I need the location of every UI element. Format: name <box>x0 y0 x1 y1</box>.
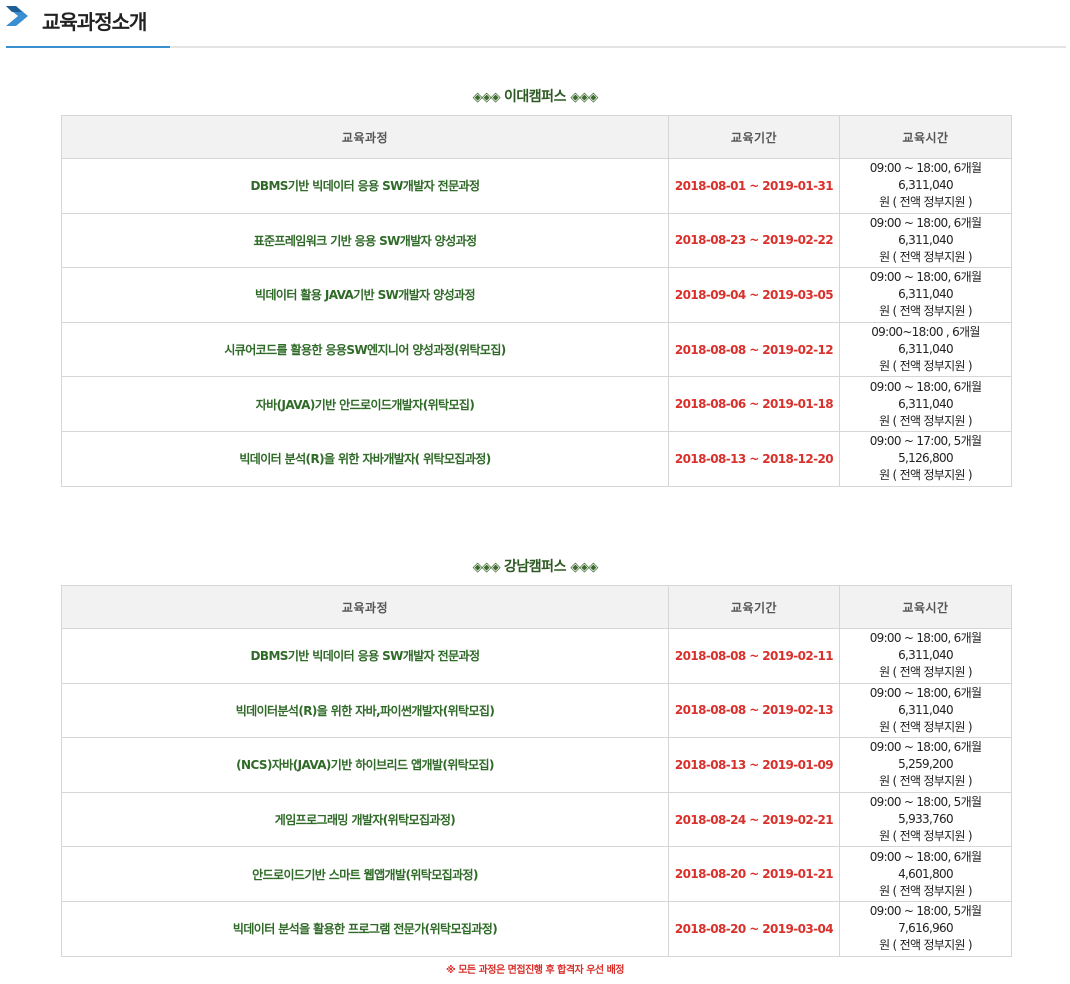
course-name: (NCS)자바(JAVA)기반 하이브리드 앱개발(위탁모집) <box>61 737 669 793</box>
table-row: DBMS기반 빅데이터 응용 SW개발자 전문과정 2018-08-01 ~ 2… <box>61 158 1012 214</box>
course-name: 빅데이터 활용 JAVA기반 SW개발자 양성과정 <box>61 267 669 323</box>
table-row: 빅데이터 분석(R)을 위한 자바개발자( 위탁모집과정) 2018-08-13… <box>61 430 1012 487</box>
course-time: 09:00 ~ 17:00, 5개월 5,126,800 원 ( 전액 정부지원 … <box>839 430 1012 487</box>
course-name: 자바(JAVA)기반 안드로이드개발자(위탁모집) <box>61 376 669 432</box>
course-time: 09:00 ~ 18:00, 6개월 6,311,040 원 ( 전액 정부지원 … <box>839 267 1012 323</box>
course-name: 빅데이터 분석(R)을 위한 자바개발자( 위탁모집과정) <box>61 430 669 487</box>
course-period: 2018-08-20 ~ 2019-03-04 <box>668 900 840 957</box>
course-period: 2018-08-23 ~ 2019-02-22 <box>668 212 840 269</box>
course-time: 09:00 ~ 18:00, 6개월 6,311,040 원 ( 전액 정부지원 … <box>839 212 1012 269</box>
course-period: 2018-08-08 ~ 2019-02-13 <box>668 682 840 739</box>
table-row: 자바(JAVA)기반 안드로이드개발자(위탁모집) 2018-08-06 ~ 2… <box>61 376 1012 432</box>
section-title-ewha-campus: ◈◈◈ 이대캠퍼스 ◈◈◈ <box>0 86 1070 106</box>
footnote-notice: ※ 모든 과정은 면접진행 후 합격자 우선 배정 <box>446 965 625 976</box>
table-row: 빅데이터 분석을 활용한 프로그램 전문가(위탁모집과정) 2018-08-20… <box>61 900 1012 957</box>
course-time: 09:00 ~ 18:00, 6개월 5,259,200 원 ( 전액 정부지원 … <box>839 737 1012 793</box>
course-period: 2018-08-20 ~ 2019-01-21 <box>668 846 840 902</box>
course-period: 2018-08-08 ~ 2019-02-12 <box>668 321 840 378</box>
column-header-time: 교육시간 <box>839 115 1012 159</box>
diamond-decor-icon: ◈◈◈ <box>570 560 598 575</box>
column-header-course: 교육과정 <box>61 115 669 159</box>
course-table-gangnam: 교육과정 교육기간 교육시간 DBMS기반 빅데이터 응용 SW개발자 전문과정… <box>61 585 1012 957</box>
chevron-right-icon <box>6 6 28 26</box>
course-time: 09:00 ~ 18:00, 6개월 6,311,040 원 ( 전액 정부지원 … <box>839 376 1012 432</box>
table-row: 빅데이터 활용 JAVA기반 SW개발자 양성과정 2018-09-04 ~ 2… <box>61 267 1012 323</box>
course-name: 빅데이터 분석을 활용한 프로그램 전문가(위탁모집과정) <box>61 900 669 957</box>
section-title-gangnam-campus: ◈◈◈ 강남캠퍼스 ◈◈◈ <box>0 556 1070 576</box>
table-row: DBMS기반 빅데이터 응용 SW개발자 전문과정 2018-08-08 ~ 2… <box>61 628 1012 684</box>
header-accent-bar <box>6 46 170 48</box>
diamond-decor-icon: ◈◈◈ <box>472 560 501 575</box>
course-name: DBMS기반 빅데이터 응용 SW개발자 전문과정 <box>61 158 669 214</box>
page-title: 교육과정소개 <box>42 10 147 34</box>
campus-name: 이대캠퍼스 <box>504 89 566 105</box>
diamond-decor-icon: ◈◈◈ <box>570 90 598 105</box>
table-row: 빅데이터분석(R)을 위한 자바,파이썬개발자(위탁모집) 2018-08-08… <box>61 682 1012 739</box>
table-row: 표준프레임워크 기반 응용 SW개발자 양성과정 2018-08-23 ~ 20… <box>61 212 1012 269</box>
course-name: 안드로이드기반 스마트 웹앱개발(위탁모집과정) <box>61 846 669 902</box>
column-header-period: 교육기간 <box>668 585 840 629</box>
course-time: 09:00 ~ 18:00, 6개월 4,601,800 원 ( 전액 정부지원 … <box>839 846 1012 902</box>
column-header-course: 교육과정 <box>61 585 669 629</box>
course-period: 2018-08-24 ~ 2019-02-21 <box>668 791 840 848</box>
course-period: 2018-08-01 ~ 2019-01-31 <box>668 158 840 214</box>
course-table-ewha: 교육과정 교육기간 교육시간 DBMS기반 빅데이터 응용 SW개발자 전문과정… <box>61 115 1012 487</box>
table-row: 안드로이드기반 스마트 웹앱개발(위탁모집과정) 2018-08-20 ~ 20… <box>61 846 1012 902</box>
course-name: 게임프로그래밍 개발자(위탁모집과정) <box>61 791 669 848</box>
course-period: 2018-09-04 ~ 2019-03-05 <box>668 267 840 323</box>
course-time: 09:00 ~ 18:00, 6개월 6,311,040 원 ( 전액 정부지원 … <box>839 158 1012 214</box>
page-header: 교육과정소개 <box>6 0 1066 50</box>
course-name: 표준프레임워크 기반 응용 SW개발자 양성과정 <box>61 212 669 269</box>
course-time: 09:00 ~ 18:00, 6개월 6,311,040 원 ( 전액 정부지원 … <box>839 682 1012 739</box>
course-name: 시큐어코드를 활용한 응용SW엔지니어 양성과정(위탁모집) <box>61 321 669 378</box>
course-time: 09:00 ~ 18:00, 5개월 7,616,960 원 ( 전액 정부지원 … <box>839 900 1012 957</box>
course-name: 빅데이터분석(R)을 위한 자바,파이썬개발자(위탁모집) <box>61 682 669 739</box>
table-header-row: 교육과정 교육기간 교육시간 <box>61 115 1012 159</box>
course-time: 09:00 ~ 18:00, 5개월 5,933,760 원 ( 전액 정부지원 … <box>839 791 1012 848</box>
course-time: 09:00 ~ 18:00, 6개월 6,311,040 원 ( 전액 정부지원 … <box>839 628 1012 684</box>
column-header-time: 교육시간 <box>839 585 1012 629</box>
course-period: 2018-08-13 ~ 2018-12-20 <box>668 430 840 487</box>
table-row: 시큐어코드를 활용한 응용SW엔지니어 양성과정(위탁모집) 2018-08-0… <box>61 321 1012 378</box>
course-period: 2018-08-06 ~ 2019-01-18 <box>668 376 840 432</box>
diamond-decor-icon: ◈◈◈ <box>472 90 501 105</box>
campus-name: 강남캠퍼스 <box>504 559 566 575</box>
table-row: 게임프로그래밍 개발자(위탁모집과정) 2018-08-24 ~ 2019-02… <box>61 791 1012 848</box>
course-period: 2018-08-08 ~ 2019-02-11 <box>668 628 840 684</box>
table-header-row: 교육과정 교육기간 교육시간 <box>61 585 1012 629</box>
course-time: 09:00~18:00 , 6개월 6,311,040 원 ( 전액 정부지원 ) <box>839 321 1012 378</box>
table-row: (NCS)자바(JAVA)기반 하이브리드 앱개발(위탁모집) 2018-08-… <box>61 737 1012 793</box>
column-header-period: 교육기간 <box>668 115 840 159</box>
course-period: 2018-08-13 ~ 2019-01-09 <box>668 737 840 793</box>
course-name: DBMS기반 빅데이터 응용 SW개발자 전문과정 <box>61 628 669 684</box>
